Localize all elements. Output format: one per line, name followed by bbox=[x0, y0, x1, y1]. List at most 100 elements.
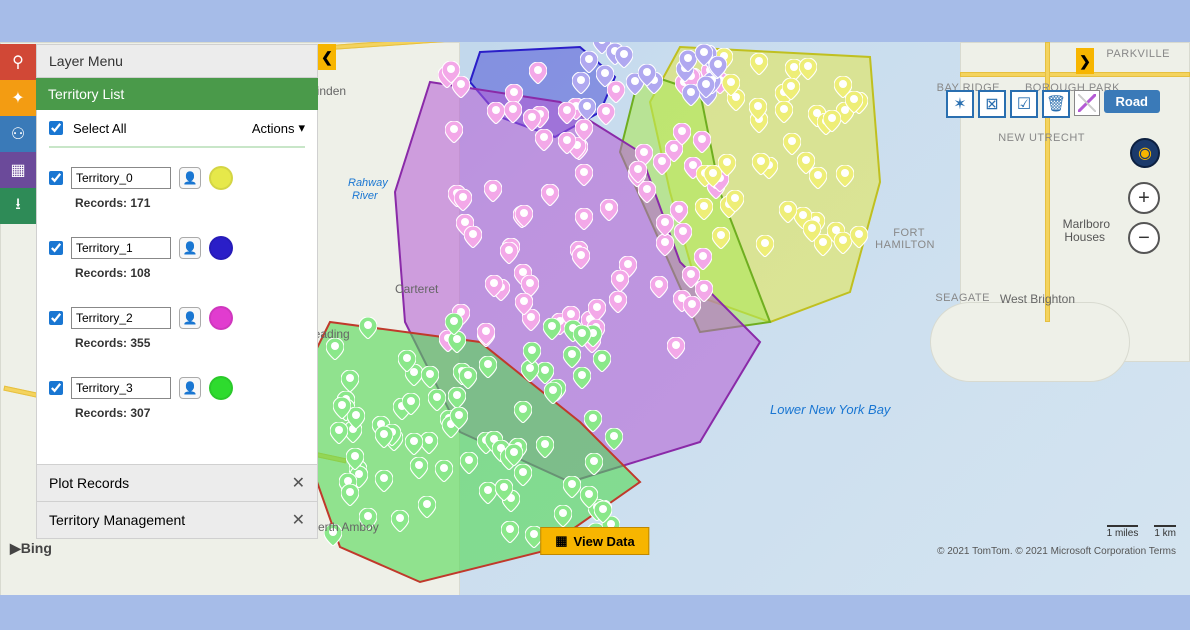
territory-management-bar[interactable]: Territory Management ✕ bbox=[36, 502, 318, 539]
globe-icon[interactable]: ◉ bbox=[1130, 138, 1160, 168]
map-pin[interactable] bbox=[544, 382, 562, 404]
map-pin[interactable] bbox=[541, 184, 559, 206]
map-pin[interactable] bbox=[421, 366, 439, 388]
map-pin[interactable] bbox=[398, 350, 416, 372]
map-pin[interactable] bbox=[529, 62, 547, 84]
map-pin[interactable] bbox=[803, 220, 821, 242]
map-pin[interactable] bbox=[718, 154, 736, 176]
map-pin[interactable] bbox=[477, 323, 495, 345]
map-pin[interactable] bbox=[667, 337, 685, 359]
map-pin[interactable] bbox=[783, 133, 801, 155]
territory-checkbox[interactable] bbox=[49, 241, 63, 255]
layer-menu-header[interactable]: Layer Menu bbox=[36, 44, 318, 78]
map-pin[interactable] bbox=[495, 479, 513, 501]
map-pin[interactable] bbox=[782, 78, 800, 100]
map-pin[interactable] bbox=[402, 393, 420, 415]
territory-checkbox[interactable] bbox=[49, 311, 63, 325]
territory-color-swatch[interactable] bbox=[209, 306, 233, 330]
map-pin[interactable] bbox=[611, 270, 629, 292]
map-pin[interactable] bbox=[346, 448, 364, 470]
map-pin[interactable] bbox=[448, 387, 466, 409]
territory-color-swatch[interactable] bbox=[209, 166, 233, 190]
map-pin[interactable] bbox=[391, 510, 409, 532]
map-pin[interactable] bbox=[845, 91, 863, 113]
map-pin[interactable] bbox=[609, 291, 627, 313]
map-pin[interactable] bbox=[775, 101, 793, 123]
map-pin[interactable] bbox=[505, 444, 523, 466]
map-pin[interactable] bbox=[359, 317, 377, 339]
map-pin[interactable] bbox=[573, 325, 591, 347]
view-data-button[interactable]: ▦ View Data bbox=[540, 527, 649, 555]
toolbar-search-icon[interactable]: ⚇ bbox=[0, 116, 36, 152]
territory-name-input[interactable] bbox=[71, 377, 171, 399]
map-pin[interactable] bbox=[330, 422, 348, 444]
map-pin[interactable] bbox=[536, 436, 554, 458]
map-pin[interactable] bbox=[594, 501, 612, 523]
map-pin[interactable] bbox=[464, 226, 482, 248]
map-pin[interactable] bbox=[650, 276, 668, 298]
territory-color-swatch[interactable] bbox=[209, 236, 233, 260]
map-pin[interactable] bbox=[575, 164, 593, 186]
map-pin[interactable] bbox=[695, 198, 713, 220]
toolbar-pin-icon[interactable]: ⚲ bbox=[0, 44, 36, 80]
assign-user-icon[interactable]: 👤 bbox=[179, 237, 201, 259]
zoom-in-button[interactable]: + bbox=[1128, 182, 1160, 214]
map-pin[interactable] bbox=[375, 470, 393, 492]
zoom-out-button[interactable]: − bbox=[1128, 222, 1160, 254]
map-pin[interactable] bbox=[596, 65, 614, 87]
map-pin[interactable] bbox=[543, 318, 561, 340]
map-pin[interactable] bbox=[779, 201, 797, 223]
map-pin[interactable] bbox=[445, 313, 463, 335]
map-pin[interactable] bbox=[375, 426, 393, 448]
tool-box-x-icon[interactable]: ⊠ bbox=[978, 90, 1006, 118]
map-pin[interactable] bbox=[445, 121, 463, 143]
map-pin[interactable] bbox=[558, 132, 576, 154]
map-pin[interactable] bbox=[454, 189, 472, 211]
map-pin[interactable] bbox=[679, 50, 697, 72]
map-pin[interactable] bbox=[575, 208, 593, 230]
map-pin[interactable] bbox=[487, 102, 505, 124]
map-pin[interactable] bbox=[709, 56, 727, 78]
map-pin[interactable] bbox=[850, 226, 868, 248]
actions-dropdown[interactable]: Actions ▾ bbox=[252, 120, 305, 136]
territory-name-input[interactable] bbox=[71, 167, 171, 189]
toolbar-territory-icon[interactable]: ▦ bbox=[0, 152, 36, 188]
assign-user-icon[interactable]: 👤 bbox=[179, 377, 201, 399]
plot-records-bar[interactable]: Plot Records ✕ bbox=[36, 465, 318, 502]
map-pin[interactable] bbox=[797, 152, 815, 174]
map-pin[interactable] bbox=[673, 123, 691, 145]
map-pin[interactable] bbox=[674, 223, 692, 245]
map-pin[interactable] bbox=[712, 227, 730, 249]
map-pin[interactable] bbox=[752, 153, 770, 175]
map-pin[interactable] bbox=[515, 293, 533, 315]
map-pin[interactable] bbox=[656, 214, 674, 236]
map-pin[interactable] bbox=[405, 433, 423, 455]
map-pin[interactable] bbox=[535, 129, 553, 151]
map-pin[interactable] bbox=[585, 453, 603, 475]
select-all-checkbox[interactable] bbox=[49, 121, 63, 135]
map-pin[interactable] bbox=[823, 110, 841, 132]
map-pin[interactable] bbox=[605, 428, 623, 450]
territory-name-input[interactable] bbox=[71, 237, 171, 259]
assign-user-icon[interactable]: 👤 bbox=[179, 167, 201, 189]
map-pin[interactable] bbox=[756, 235, 774, 257]
map-pin[interactable] bbox=[558, 102, 576, 124]
map-pin[interactable] bbox=[485, 275, 503, 297]
right-panel-expand-arrow[interactable]: ❯ bbox=[1076, 48, 1094, 74]
toolbar-download-icon[interactable]: ⭳ bbox=[0, 188, 36, 224]
territory-checkbox[interactable] bbox=[49, 171, 63, 185]
map-pin[interactable] bbox=[584, 410, 602, 432]
map-pin[interactable] bbox=[572, 247, 590, 269]
map-pin[interactable] bbox=[693, 131, 711, 153]
map-pin[interactable] bbox=[460, 452, 478, 474]
map-pin[interactable] bbox=[799, 58, 817, 80]
map-pin[interactable] bbox=[600, 199, 618, 221]
map-pin[interactable] bbox=[418, 496, 436, 518]
territory-checkbox[interactable] bbox=[49, 381, 63, 395]
map-pin[interactable] bbox=[333, 397, 351, 419]
map-mode-badge[interactable]: Road bbox=[1104, 90, 1161, 113]
map-pin[interactable] bbox=[504, 101, 522, 123]
map-pin[interactable] bbox=[629, 161, 647, 183]
territory-color-swatch[interactable] bbox=[209, 376, 233, 400]
map-pin[interactable] bbox=[484, 180, 502, 202]
